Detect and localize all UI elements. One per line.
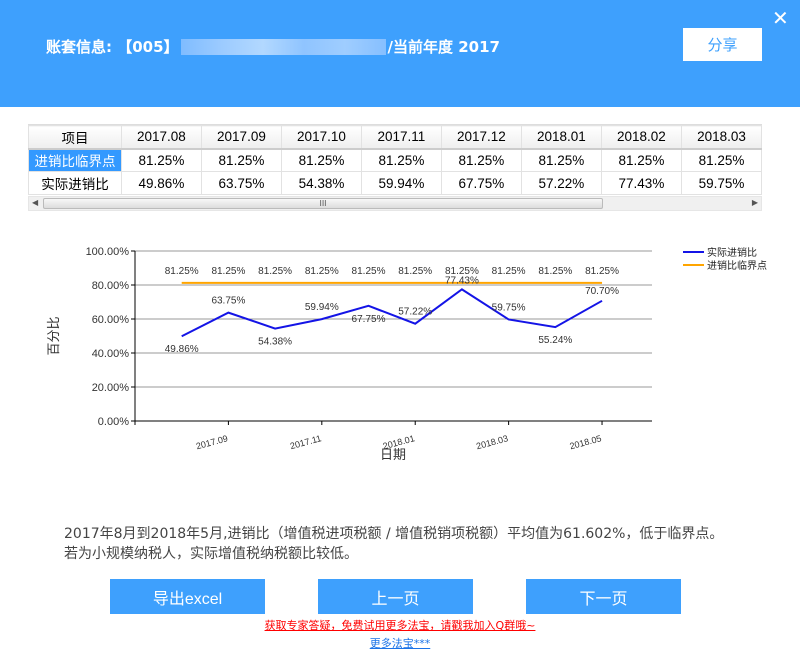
y-tick-label: 20.00% <box>92 382 130 394</box>
y-tick-label: 60.00% <box>92 314 130 326</box>
table-cell[interactable]: 63.75% <box>200 171 282 195</box>
table-cell[interactable]: 49.86% <box>120 171 202 195</box>
data-label: 70.70% <box>585 286 619 297</box>
summary-line-2: 若为小规模纳税人，实际增值税纳税额比较低。 <box>64 546 358 562</box>
data-label: 81.25% <box>165 266 199 277</box>
scroll-right-icon[interactable]: ▶ <box>752 198 758 207</box>
table-cell[interactable]: 59.94% <box>360 171 442 195</box>
y-tick-label: 80.00% <box>92 280 130 292</box>
y-tick-label: 100.00% <box>86 246 130 258</box>
title-suffix: /当前年度 2017 <box>387 38 500 56</box>
x-tick-label: 2017.09 <box>195 433 229 451</box>
data-label: 81.25% <box>352 266 386 277</box>
x-tick-label: 2018.01 <box>382 433 416 451</box>
table-cell[interactable]: 81.25% <box>440 148 522 172</box>
data-label: 54.38% <box>258 337 292 348</box>
join-qq-group-link[interactable]: 获取专家答疑，免费试用更多法宝，请戳我加入Q群哦~ <box>265 619 536 632</box>
table-cell[interactable]: 54.38% <box>280 171 362 195</box>
x-tick-label: 2018.05 <box>569 433 603 451</box>
table-header-row: 项目 2017.08 2017.09 2017.10 2017.11 2017.12 201… <box>28 125 762 150</box>
data-label: 67.75% <box>352 314 386 325</box>
table-cell[interactable]: 77.43% <box>600 171 682 195</box>
row-label[interactable]: 实际进销比 <box>28 171 122 195</box>
data-label: 59.94% <box>305 302 339 313</box>
column-header[interactable]: 项目 <box>28 125 122 150</box>
y-axis-label: 百分比 <box>46 316 61 355</box>
account-info-title: 账套信息: 【005】 /当前年度 2017 <box>46 36 500 57</box>
data-label: 81.25% <box>585 266 619 277</box>
table-cell[interactable]: 81.25% <box>600 148 682 172</box>
data-label: 77.43% <box>445 275 479 286</box>
data-label: 63.75% <box>211 296 245 307</box>
close-icon[interactable]: ✕ <box>772 6 789 30</box>
table-cell[interactable]: 67.75% <box>440 171 522 195</box>
table-cell[interactable]: 81.25% <box>520 148 602 172</box>
next-page-button[interactable]: 下一页 <box>526 579 681 614</box>
horizontal-scrollbar[interactable]: ◀ III ▶ <box>28 196 762 211</box>
table-row[interactable]: 进销比临界点 81.25% 81.25% 81.25% 81.25% 81.25% 81.2… <box>28 148 762 172</box>
row-label[interactable]: 进销比临界点 <box>28 148 122 172</box>
column-header[interactable]: 2018.02 <box>600 125 682 150</box>
table-cell[interactable]: 59.75% <box>680 171 762 195</box>
column-header[interactable]: 2017.08 <box>120 125 202 150</box>
scroll-left-icon[interactable]: ◀ <box>32 198 38 207</box>
data-label: 81.25% <box>492 266 526 277</box>
data-label: 81.25% <box>258 266 292 277</box>
series-line-0 <box>181 288 603 338</box>
title-prefix: 账套信息: 【005】 <box>46 38 179 56</box>
table-cell[interactable]: 81.25% <box>280 148 362 172</box>
data-label: 49.86% <box>165 344 199 355</box>
y-tick-label: 40.00% <box>92 348 130 360</box>
column-header[interactable]: 2018.03 <box>680 125 762 150</box>
legend-label: 实际进销比 <box>707 246 757 259</box>
x-tick-label: 2018.03 <box>475 433 509 451</box>
share-button[interactable]: 分享 <box>683 28 762 61</box>
column-header[interactable]: 2017.10 <box>280 125 362 150</box>
more-tools-link[interactable]: 更多法宝*** <box>370 637 431 650</box>
data-label: 81.25% <box>211 266 245 277</box>
y-tick-label: 0.00% <box>98 416 129 428</box>
summary-line-1: 2017年8月到2018年5月,进销比（增值税进项税额 / 增值税销项税额）平均… <box>64 526 724 542</box>
redacted-company-name <box>180 38 386 55</box>
table-row[interactable]: 实际进销比 49.86% 63.75% 54.38% 59.94% 67.75% 57.22… <box>28 171 762 195</box>
column-header[interactable]: 2018.01 <box>520 125 602 150</box>
table-cell[interactable]: 81.25% <box>120 148 202 172</box>
previous-page-button[interactable]: 上一页 <box>318 579 473 614</box>
column-header[interactable]: 2017.09 <box>200 125 282 150</box>
scrollbar-thumb[interactable]: III <box>43 198 603 209</box>
table-cell[interactable]: 81.25% <box>200 148 282 172</box>
table-cell[interactable]: 81.25% <box>360 148 442 172</box>
column-header[interactable]: 2017.11 <box>360 125 442 150</box>
data-label: 81.25% <box>445 266 479 277</box>
data-label: 57.22% <box>398 307 432 318</box>
column-header[interactable]: 2017.12 <box>440 125 522 150</box>
export-excel-button[interactable]: 导出excel <box>110 579 265 614</box>
data-label: 55.24% <box>538 335 572 346</box>
data-label: 81.25% <box>538 266 572 277</box>
data-label: 81.25% <box>398 266 432 277</box>
data-label: 81.25% <box>305 266 339 277</box>
table-cell[interactable]: 57.22% <box>520 171 602 195</box>
x-tick-label: 2017.11 <box>289 433 322 451</box>
table-cell[interactable]: 81.25% <box>680 148 762 172</box>
dialog-header: 账套信息: 【005】 /当前年度 2017 分享 ✕ <box>0 0 800 107</box>
summary-text: 2017年8月到2018年5月,进销比（增值税进项税额 / 增值税销项税额）平均… <box>64 524 723 564</box>
legend-label: 进销比临界点 <box>707 259 767 272</box>
data-label: 59.75% <box>492 302 526 313</box>
x-axis-label: 日期 <box>380 447 406 462</box>
